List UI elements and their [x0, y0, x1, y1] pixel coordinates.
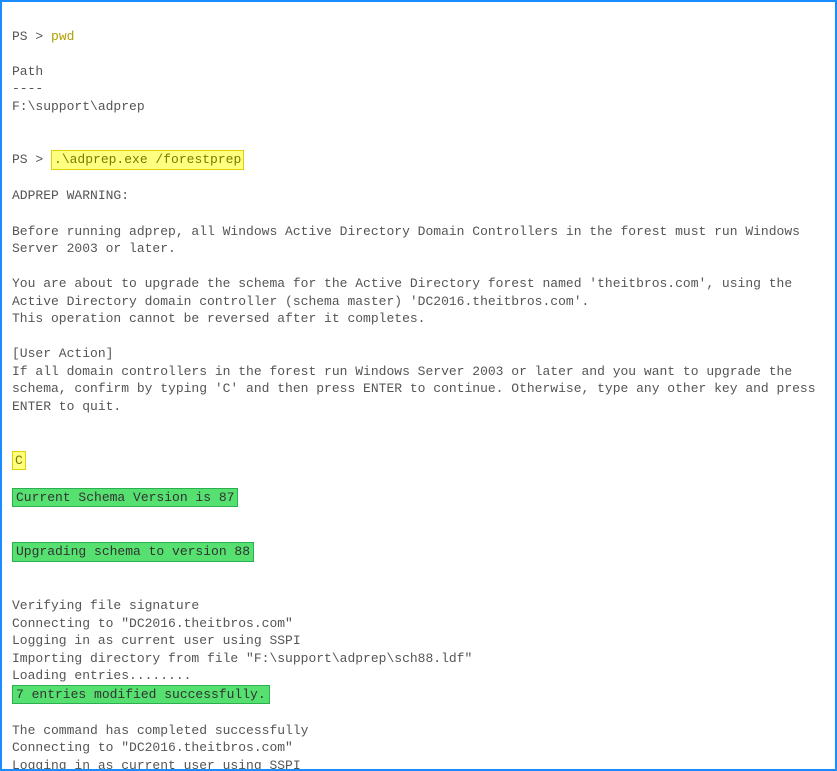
log2-line: Logging in as current user using SSPI — [12, 758, 301, 771]
ps-prompt: PS > — [12, 29, 51, 44]
log1-line: Connecting to "DC2016.theitbros.com" — [12, 616, 293, 631]
command-pwd: pwd — [51, 29, 74, 44]
log1-line: Loading entries........ — [12, 668, 191, 683]
confirm-key: C — [12, 451, 26, 471]
adprep-warning-body1: Before running adprep, all Windows Activ… — [12, 224, 808, 257]
adprep-warning-title: ADPREP WARNING: — [12, 188, 129, 203]
command-forestprep: .\adprep.exe /forestprep — [51, 150, 244, 170]
path-header: Path — [12, 64, 43, 79]
log1-line: Logging in as current user using SSPI — [12, 633, 301, 648]
log1-line: Verifying file signature — [12, 598, 199, 613]
user-action-text: If all domain controllers in the forest … — [12, 364, 823, 414]
user-action-label: [User Action] — [12, 346, 113, 361]
ps-prompt: PS > — [12, 152, 51, 167]
terminal-window: PS > pwd Path ---- F:\support\adprep PS … — [0, 0, 837, 771]
log1-success: 7 entries modified successfully. — [12, 685, 270, 705]
schema-upgrade: Upgrading schema to version 88 — [12, 542, 254, 562]
schema-current: Current Schema Version is 87 — [12, 488, 238, 508]
adprep-warning-body2: You are about to upgrade the schema for … — [12, 276, 800, 309]
adprep-warning-body3: This operation cannot be reversed after … — [12, 311, 425, 326]
log2-line: Connecting to "DC2016.theitbros.com" — [12, 740, 293, 755]
path-value: F:\support\adprep — [12, 99, 145, 114]
log1-line: Importing directory from file "F:\suppor… — [12, 651, 472, 666]
path-dash: ---- — [12, 81, 43, 96]
log2-line: The command has completed successfully — [12, 723, 308, 738]
